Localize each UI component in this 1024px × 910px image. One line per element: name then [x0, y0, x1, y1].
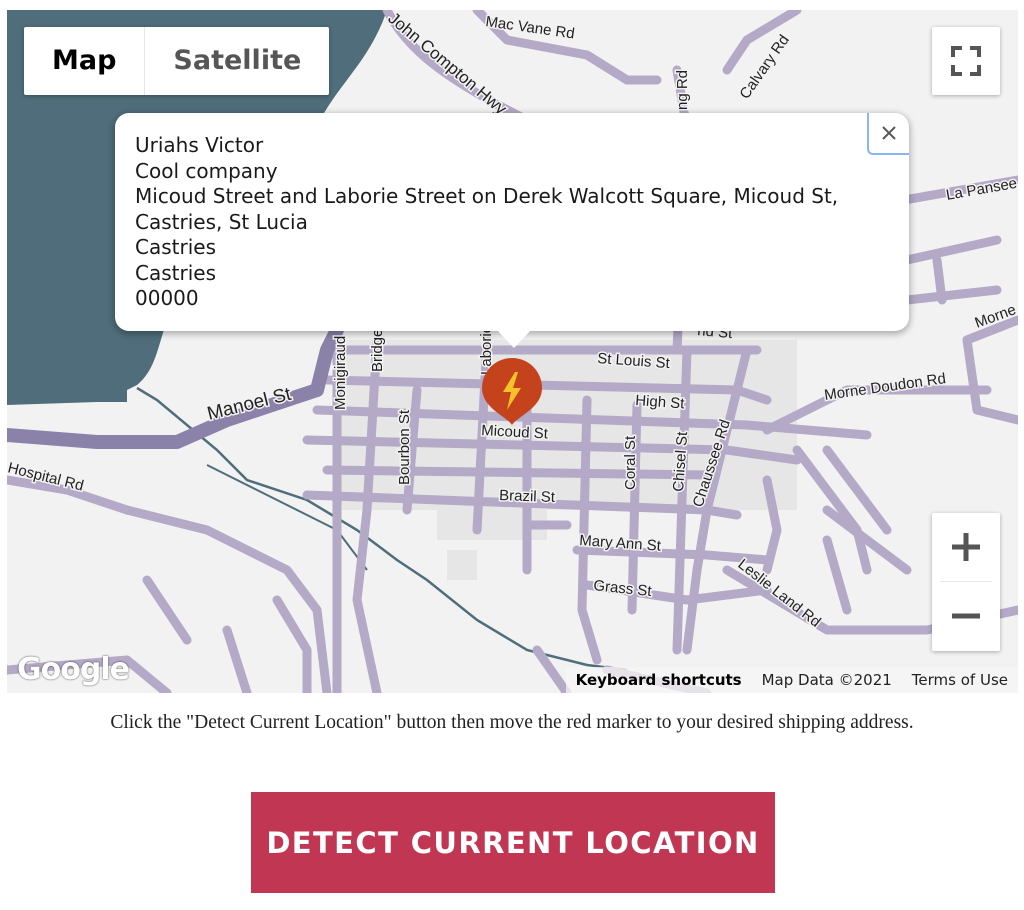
- map-type-control: Map Satellite: [24, 27, 330, 95]
- zoom-out-button[interactable]: [932, 582, 1000, 650]
- street-label-high: High St: [635, 392, 686, 412]
- close-icon: [882, 126, 896, 140]
- street-label-bridge: Bridge: [369, 329, 386, 372]
- street-label-coral: Coral St: [622, 435, 639, 490]
- info-line-address: Micoud Street and Laborie Street on Dere…: [135, 184, 839, 208]
- info-window-content: Uriahs Victor Cool company Micoud Street…: [135, 133, 849, 312]
- info-window-tail: [497, 330, 531, 348]
- info-line-city: Castries: [135, 235, 216, 259]
- info-window-close-button[interactable]: [867, 113, 909, 155]
- instructions-text: Click the "Detect Current Location" butt…: [110, 712, 914, 733]
- fullscreen-button[interactable]: [932, 27, 1000, 95]
- map-attribution: Keyboard shortcuts Map Data ©2021 Terms …: [565, 667, 1018, 693]
- street-label-monigiraud: Monigiraud: [332, 336, 349, 410]
- terms-of-use-link[interactable]: Terms of Use: [902, 671, 1018, 689]
- info-line-company: Cool company: [135, 158, 278, 183]
- map-data-text: Map Data ©2021: [761, 671, 892, 689]
- fullscreen-icon: [951, 46, 981, 76]
- info-line-postcode: 00000: [135, 286, 199, 310]
- street-label-long-rd: ng Rd: [674, 70, 691, 110]
- keyboard-shortcuts-link[interactable]: Keyboard shortcuts: [566, 671, 752, 689]
- detect-current-location-button[interactable]: DETECT CURRENT LOCATION: [251, 792, 775, 893]
- minus-icon: [952, 613, 980, 619]
- google-logo: Google: [17, 652, 130, 687]
- street-label-micoud: Micoud St: [481, 422, 549, 443]
- info-line-address-cont: Castries, St Lucia: [135, 209, 308, 234]
- zoom-control: [932, 513, 1000, 651]
- info-window: Uriahs Victor Cool company Micoud Street…: [115, 113, 909, 348]
- info-line-name: Uriahs Victor: [135, 133, 264, 157]
- map-type-satellite-button[interactable]: Satellite: [145, 27, 329, 95]
- map-canvas[interactable]: Mac Vane Rd John Compton Hwy Calvary Rd …: [7, 10, 1018, 693]
- street-label-brazil: Brazil St: [499, 487, 556, 506]
- info-line-state: Castries: [135, 260, 216, 285]
- street-label-bourbon: Bourbon St: [396, 409, 413, 485]
- zoom-in-button[interactable]: [932, 513, 1000, 581]
- plus-icon: [952, 533, 980, 561]
- map-type-map-button[interactable]: Map: [24, 27, 146, 95]
